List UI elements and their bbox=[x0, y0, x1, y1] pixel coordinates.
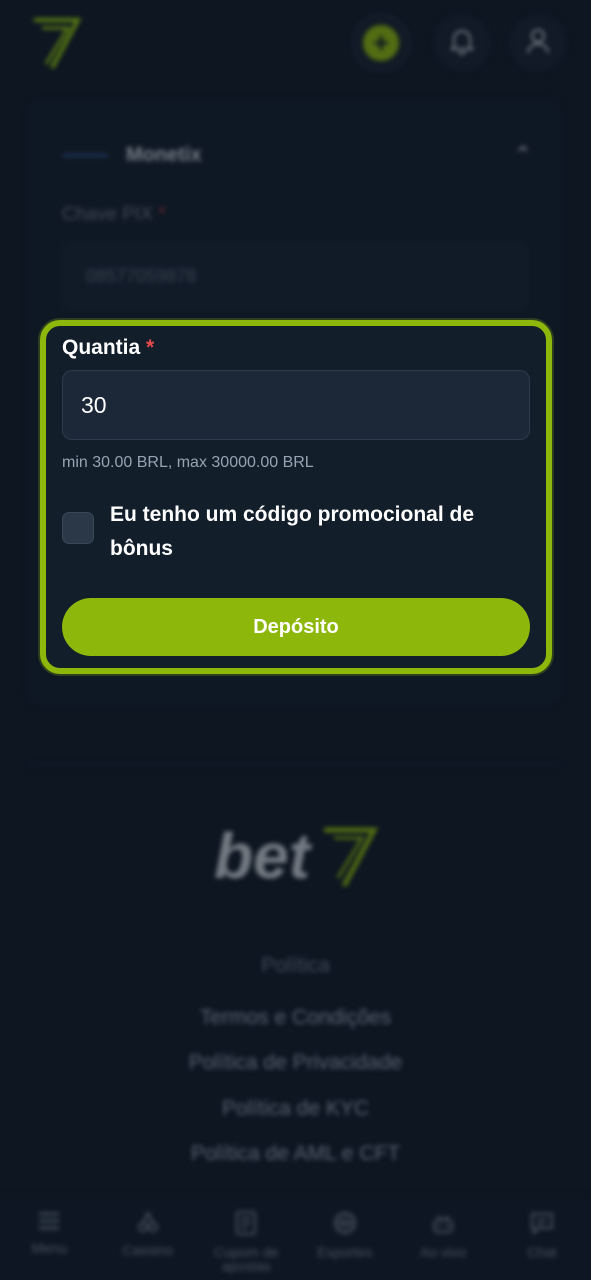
footer-link-privacy[interactable]: Política de Privacidade bbox=[0, 1051, 591, 1075]
cherries-icon bbox=[136, 1210, 160, 1243]
header: + bbox=[0, 0, 591, 92]
tab-betslip[interactable]: Cupom de apostas bbox=[197, 1196, 296, 1280]
tab-menu[interactable]: Menu bbox=[0, 1196, 99, 1280]
tab-label: Esportes bbox=[317, 1243, 373, 1260]
bet7-logo: bet bbox=[212, 820, 382, 892]
live-icon bbox=[430, 1210, 456, 1245]
amount-input[interactable] bbox=[62, 370, 530, 440]
tab-sports[interactable]: Esportes bbox=[296, 1196, 395, 1280]
provider-logo bbox=[62, 153, 108, 157]
tab-label: Ao vivo bbox=[420, 1243, 467, 1260]
provider-name: Monetix bbox=[126, 143, 202, 166]
amount-limits: min 30.00 BRL, max 30000.00 BRL bbox=[62, 454, 314, 471]
footer-link-aml[interactable]: Política de AML e CFT bbox=[0, 1142, 591, 1166]
bell-icon bbox=[449, 27, 475, 60]
add-funds-button[interactable]: + bbox=[352, 14, 410, 72]
amount-label: Quantia * bbox=[62, 336, 155, 359]
pix-key-field[interactable]: 08577059878 bbox=[62, 242, 528, 310]
tab-label: Cassino bbox=[122, 1241, 174, 1258]
chat-icon bbox=[529, 1210, 555, 1245]
tab-casino[interactable]: Cassino bbox=[99, 1196, 198, 1280]
tab-label: Menu bbox=[31, 1239, 67, 1256]
plus-icon: + bbox=[363, 25, 399, 61]
footer-link-kyc[interactable]: Política de KYC bbox=[0, 1097, 591, 1121]
menu-icon bbox=[37, 1210, 61, 1241]
deposit-form-highlight: Quantia * min 30.00 BRL, max 30000.00 BR… bbox=[40, 320, 552, 674]
tab-live[interactable]: Ao vivo bbox=[394, 1196, 493, 1280]
bet7-mark-icon[interactable] bbox=[30, 14, 82, 70]
profile-button[interactable] bbox=[509, 14, 567, 72]
svg-text:bet: bet bbox=[214, 820, 313, 892]
ticket-icon bbox=[234, 1210, 258, 1245]
footer-link-terms[interactable]: Termos e Condições bbox=[0, 1006, 591, 1030]
deposit-button[interactable]: Depósito bbox=[62, 598, 530, 656]
promo-code-label[interactable]: Eu tenho um código promocional de bônus bbox=[110, 498, 510, 566]
tab-label: Chat bbox=[526, 1243, 557, 1260]
tab-chat[interactable]: Chat bbox=[493, 1196, 591, 1280]
promo-code-checkbox[interactable] bbox=[62, 512, 94, 544]
user-icon bbox=[526, 27, 550, 60]
basketball-icon bbox=[332, 1210, 358, 1245]
provider-header[interactable]: Monetix ⌃ bbox=[62, 140, 532, 170]
pix-key-label: Chave PIX * bbox=[62, 204, 166, 225]
bottom-tab-bar: Menu Cassino Cupom de apostas Esportes A… bbox=[0, 1196, 591, 1280]
footer-section-title: Política bbox=[261, 954, 330, 977]
notifications-button[interactable] bbox=[433, 14, 491, 72]
divider bbox=[28, 764, 562, 765]
tab-label: Cupom de apostas bbox=[213, 1243, 279, 1275]
chevron-up-icon[interactable]: ⌃ bbox=[514, 142, 532, 168]
